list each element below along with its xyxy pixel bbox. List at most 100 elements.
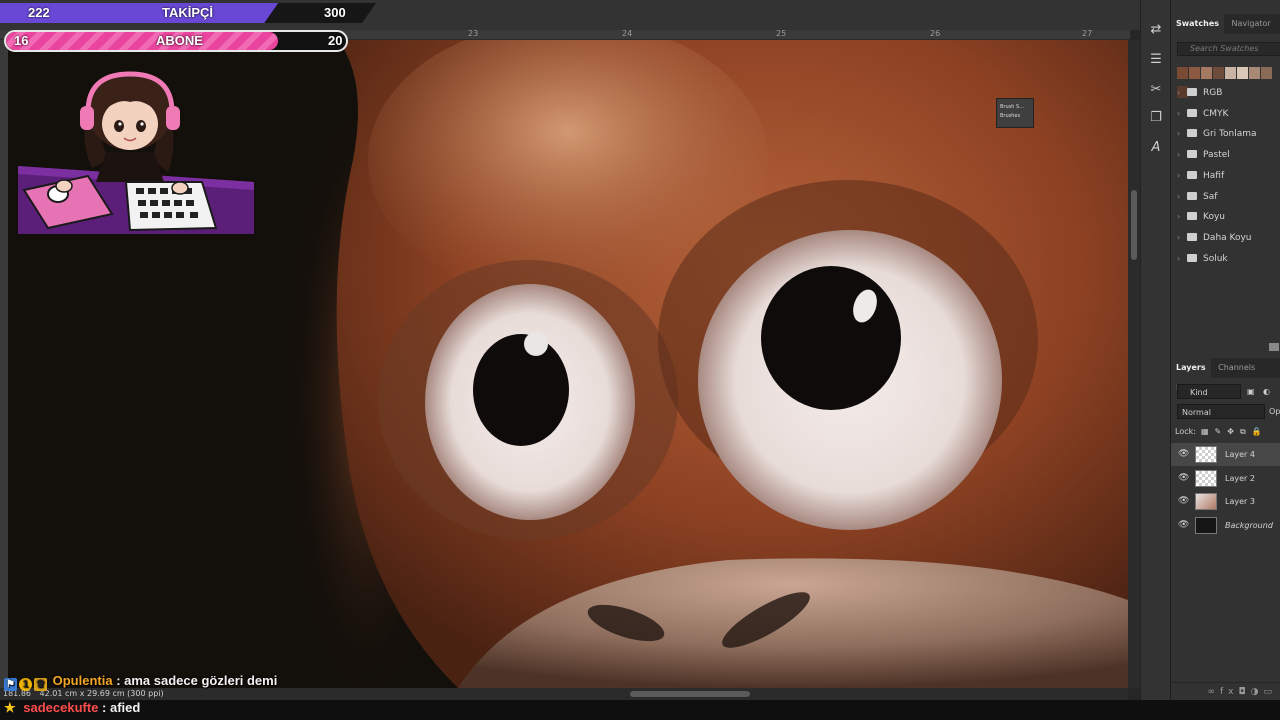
swatch-chip[interactable] (1213, 67, 1224, 79)
chat-text: ama sadece gözleri demi (124, 673, 278, 688)
swatch-group-label: CMYK (1203, 109, 1229, 119)
swatch-chip[interactable] (1201, 67, 1212, 79)
ruler-tick: 24 (622, 29, 633, 38)
swatch-chip[interactable] (1261, 67, 1272, 79)
folder-icon (1187, 129, 1197, 137)
adjust-icon[interactable]: ⇄ (1148, 22, 1164, 38)
follower-goal-bar: 222 TAKİPÇİ 300 (0, 3, 376, 23)
chat-username[interactable]: Opulentia (53, 673, 113, 688)
chat-message: ★ sadecekufte : afied (4, 699, 140, 717)
swatches-tabs: Swatches Navigator (1171, 14, 1280, 34)
layer-thumbnail (1195, 470, 1217, 487)
swatch-group[interactable]: › Soluk (1177, 250, 1228, 268)
eye-icon[interactable]: 👁 (1178, 490, 1189, 513)
scissors-icon[interactable]: ✂ (1148, 82, 1164, 98)
layer-row[interactable]: 👁 Layer 4 (1171, 443, 1280, 466)
copy-icon[interactable]: ❐ (1148, 110, 1164, 126)
layer-filter-select[interactable]: Kind (1177, 384, 1241, 399)
layer-thumbnail (1195, 446, 1217, 463)
properties-icon[interactable]: ☰ (1148, 52, 1164, 68)
swatch-chip[interactable] (1225, 67, 1236, 79)
chevron-right-icon: › (1177, 150, 1181, 159)
mask-icon[interactable]: ◘ (1239, 687, 1251, 697)
swatch-group-label: Saf (1203, 192, 1218, 202)
folder-icon (1187, 233, 1197, 241)
follower-goal: 300 (324, 5, 346, 20)
blend-mode-select[interactable]: Normal (1177, 404, 1265, 419)
swatch-group-label: Gri Tonlama (1203, 129, 1257, 139)
lock-icons[interactable]: ▦✎✥⧉🔒 (1201, 425, 1268, 439)
tab-navigator[interactable]: Navigator (1227, 14, 1276, 34)
star-badge-icon: ★ (4, 700, 16, 715)
fx-icon[interactable]: fx (1220, 687, 1239, 697)
subscriber-goal-bar: 16 ABONE 20 (4, 30, 348, 52)
vertical-scroll-thumb[interactable] (1131, 190, 1137, 260)
brush-float-panel[interactable]: Brush S... Brushes (996, 98, 1034, 128)
link-icon[interactable]: ∞ (1208, 687, 1221, 697)
adjustment-icon[interactable]: ◑ (1251, 687, 1264, 697)
tab-channels[interactable]: Channels (1213, 358, 1260, 378)
chevron-right-icon: › (1177, 254, 1181, 263)
swatch-group[interactable]: › RGB (1177, 84, 1222, 102)
brush-settings-item[interactable]: Brush S... (1000, 103, 1030, 112)
follower-current: 222 (28, 5, 50, 20)
character-icon[interactable]: A (1148, 140, 1164, 156)
layer-name: Background (1225, 521, 1273, 530)
swatch-group[interactable]: › Hafif (1177, 167, 1224, 185)
swatch-group[interactable]: › Daha Koyu (1177, 229, 1252, 247)
subscriber-label: ABONE (156, 33, 203, 48)
swatch-group[interactable]: › Saf (1177, 188, 1217, 206)
folder-icon (1187, 171, 1197, 179)
ruler-tick: 23 (468, 29, 479, 38)
swatch-search-input[interactable]: Search Swatches (1177, 42, 1280, 56)
tab-layers[interactable]: Layers (1171, 358, 1211, 378)
tab-swatches[interactable]: Swatches (1171, 14, 1224, 34)
swatch-group[interactable]: › Pastel (1177, 146, 1230, 164)
pin-badge-icon: ⚑ (4, 678, 17, 691)
horizontal-scrollbar[interactable] (240, 688, 1128, 700)
chat-separator: : (98, 700, 110, 715)
folder-icon (1187, 150, 1197, 158)
subscriber-goal: 20 (328, 33, 343, 48)
layer-filter-row: Kind ▣ ◐ (1175, 384, 1280, 400)
horizontal-scroll-thumb[interactable] (630, 691, 750, 697)
swatch-chip[interactable] (1249, 67, 1260, 79)
brushes-item[interactable]: Brushes (1000, 112, 1030, 121)
swatch-group-label: RGB (1203, 88, 1223, 98)
layer-row[interactable]: 👁 Layer 2 (1171, 467, 1280, 490)
layer-row[interactable]: 👁 Background (1171, 514, 1280, 537)
vertical-scrollbar[interactable] (1128, 40, 1140, 688)
layer-name: Layer 2 (1225, 474, 1255, 483)
new-group-icon[interactable] (1269, 343, 1279, 351)
filter-image-icon[interactable]: ▣ (1247, 384, 1255, 400)
swatch-group[interactable]: › CMYK (1177, 105, 1228, 123)
subscriber-current: 16 (14, 33, 29, 48)
eye-icon[interactable]: 👁 (1178, 514, 1189, 537)
swatch-group[interactable]: › Gri Tonlama (1177, 125, 1257, 143)
ruler-tick: 26 (930, 29, 941, 38)
chat-strip (0, 700, 1280, 720)
filter-adjust-icon[interactable]: ◐ (1263, 384, 1270, 400)
swatch-group-label: Hafif (1203, 171, 1225, 181)
eye-icon[interactable]: 👁 (1178, 467, 1189, 490)
layer-row[interactable]: 👁 Layer 3 (1171, 490, 1280, 513)
swatch-group-label: Koyu (1203, 212, 1225, 222)
folder-icon (1187, 254, 1197, 262)
lock-row: Lock: ▦✎✥⧉🔒 (1175, 425, 1280, 439)
swatch-chip[interactable] (1189, 67, 1200, 79)
chat-username[interactable]: sadecekufte (23, 700, 98, 715)
swatch-group[interactable]: › Koyu (1177, 208, 1225, 226)
blend-row: Normal Op (1175, 404, 1280, 420)
layers-tabs: Layers Channels Paths (1171, 358, 1280, 392)
chat-text: afied (110, 700, 141, 715)
streamer-avatar (18, 68, 254, 234)
swatch-chip[interactable] (1237, 67, 1248, 79)
layer-thumbnail (1195, 517, 1217, 534)
folder-icon[interactable]: ▭ (1263, 687, 1277, 697)
folder-icon (1187, 88, 1197, 96)
eye-icon[interactable]: 👁 (1178, 443, 1189, 466)
chevron-right-icon: › (1177, 88, 1181, 97)
swatch-chip[interactable] (1177, 67, 1188, 79)
folder-icon (1187, 212, 1197, 220)
lock-label: Lock: (1175, 427, 1196, 436)
